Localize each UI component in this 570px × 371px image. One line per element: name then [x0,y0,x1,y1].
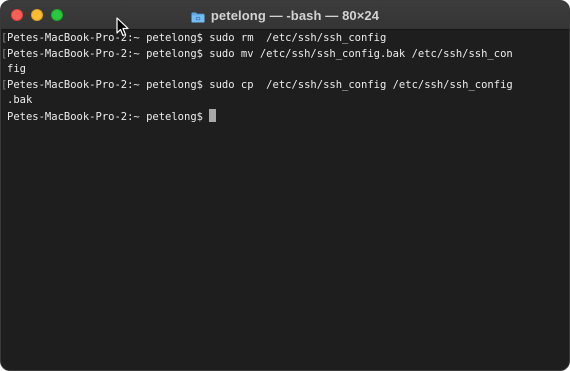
folder-icon [191,10,205,22]
text-cursor [208,108,216,122]
terminal-prompt-line: Petes-MacBook-Pro-2:~ petelong$ [7,108,569,125]
terminal-line: Petes-MacBook-Pro-2:~ petelong$ sudo mv … [1,47,569,63]
terminal-prompt: Petes-MacBook-Pro-2:~ petelong$ [7,110,203,123]
terminal-line: .bak [7,94,33,106]
terminal-line: Petes-MacBook-Pro-2:~ petelong$ sudo cp … [1,78,569,94]
mouse-pointer-icon [116,17,129,37]
window-title: petelong — -bash — 80×24 [210,7,380,23]
terminal-output[interactable]: Petes-MacBook-Pro-2:~ petelong$ sudo rm … [1,30,569,370]
title-bar[interactable]: petelong — -bash — 80×24 [1,1,569,30]
window-title-group: petelong — -bash — 80×24 [1,1,569,29]
terminal-window: petelong — -bash — 80×24 Petes-MacBook-P… [0,0,570,371]
terminal-line: Petes-MacBook-Pro-2:~ petelong$ sudo rm … [1,31,569,47]
terminal-line: fig [7,63,26,75]
